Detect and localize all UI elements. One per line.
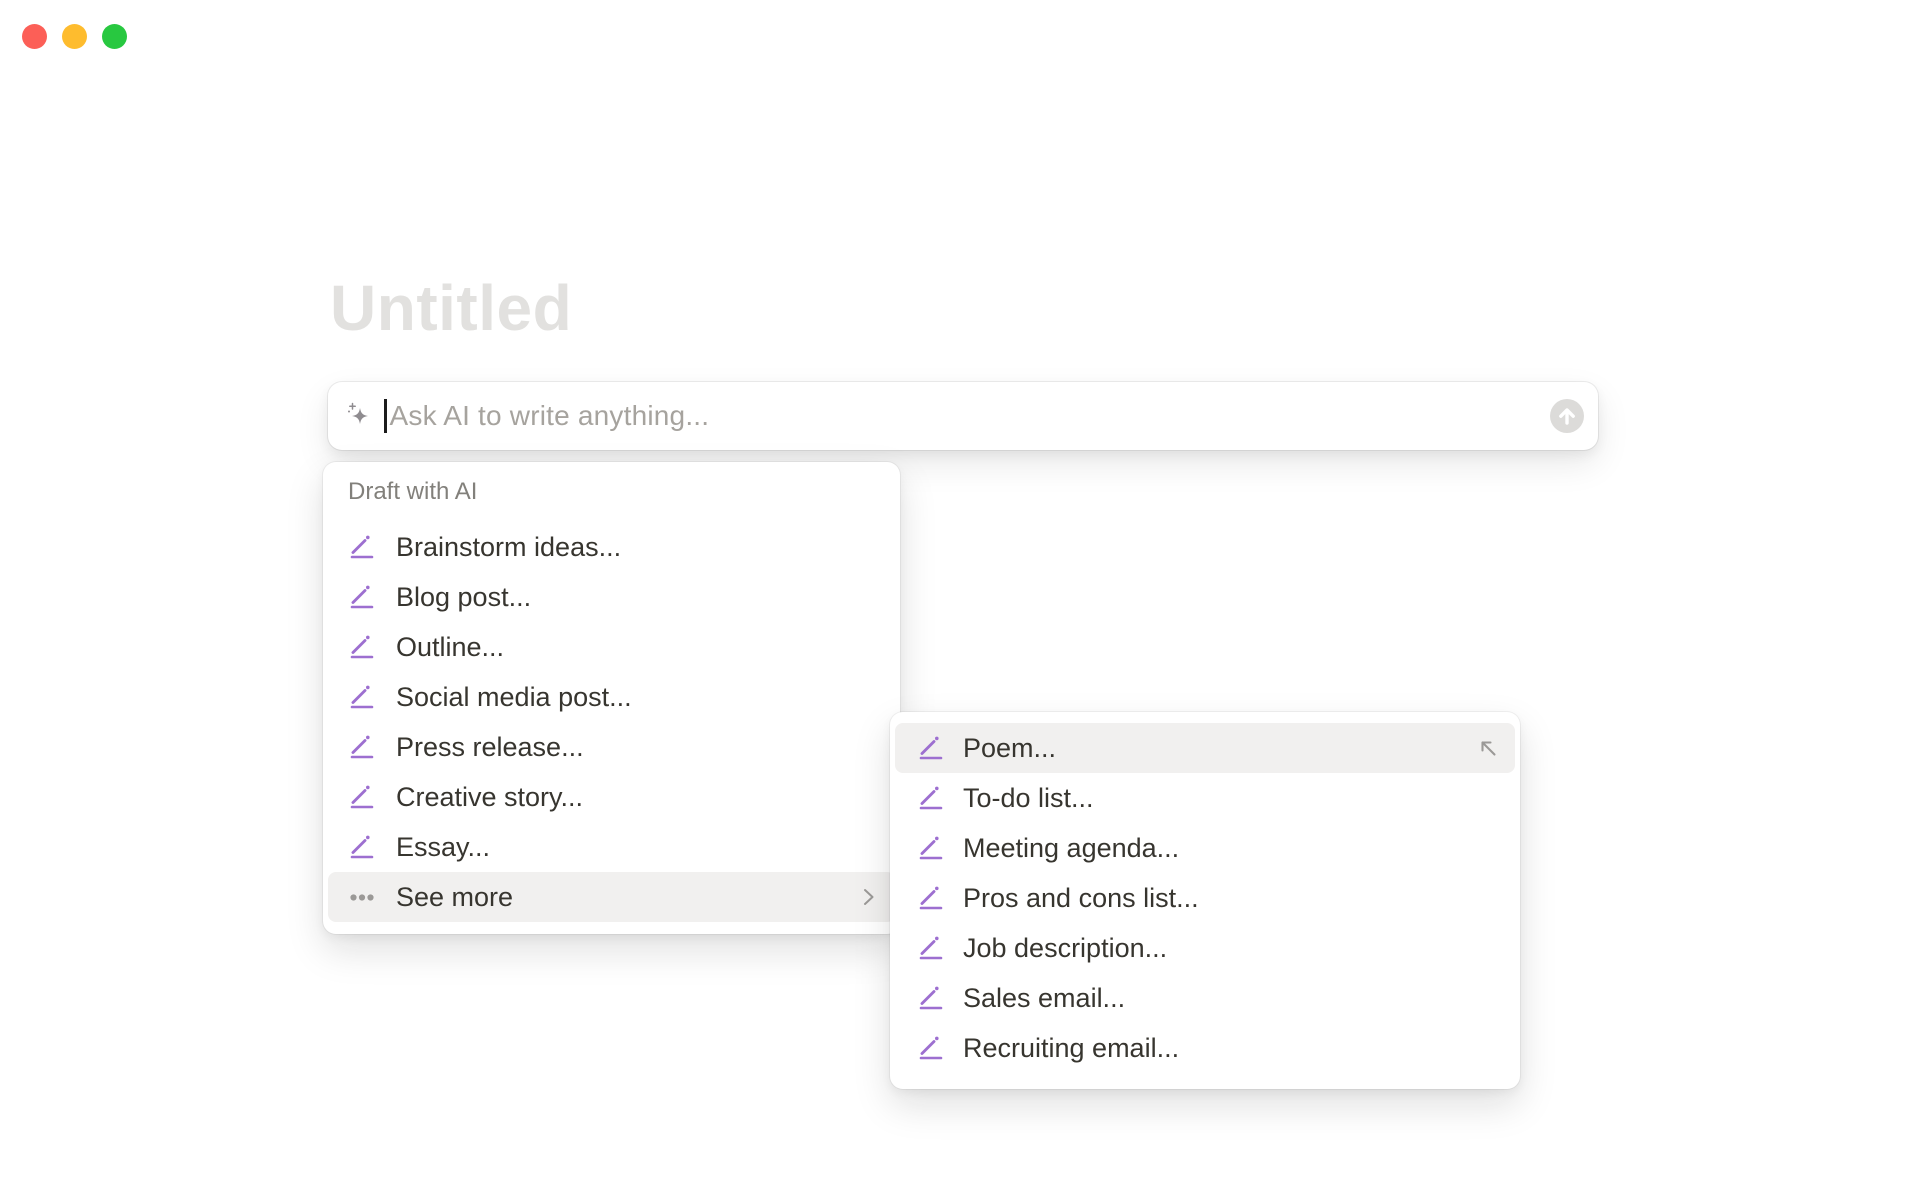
submenu-item-todo-list[interactable]: To-do list...	[895, 773, 1515, 823]
ai-prompt-input[interactable]: Ask AI to write anything...	[328, 382, 1598, 450]
menu-item-label: Outline...	[396, 631, 505, 662]
menu-item-label: Poem...	[963, 732, 1057, 763]
submenu-item-meeting-agenda[interactable]: Meeting agenda...	[895, 823, 1515, 873]
pencil-icon	[348, 683, 376, 711]
pencil-icon	[917, 734, 945, 762]
menu-item-label: Job description...	[963, 932, 1168, 963]
menu-item-label: Creative story...	[396, 781, 584, 812]
pencil-icon	[348, 833, 376, 861]
chevron-right-icon	[856, 885, 880, 909]
menu-item-label: Sales email...	[963, 982, 1126, 1013]
submenu-item-recruiting-email[interactable]: Recruiting email...	[895, 1023, 1515, 1073]
window-corner	[0, 0, 14, 14]
submenu-item-pros-and-cons-list[interactable]: Pros and cons list...	[895, 873, 1515, 923]
draft-menu: Draft with AI Brainstorm ideas... Blog p…	[323, 462, 900, 934]
pencil-icon	[917, 934, 945, 962]
arrow-up-left-icon	[1476, 736, 1500, 760]
menu-item-label: Meeting agenda...	[963, 832, 1180, 863]
pencil-icon	[917, 784, 945, 812]
menu-item-social-media-post[interactable]: Social media post...	[328, 672, 895, 722]
menu-item-label: To-do list...	[963, 782, 1094, 813]
pencil-icon	[917, 884, 945, 912]
pencil-icon	[348, 583, 376, 611]
menu-item-label: Essay...	[396, 831, 491, 862]
menu-item-label: Social media post...	[396, 681, 632, 712]
pencil-icon	[348, 633, 376, 661]
minimize-button[interactable]	[62, 24, 87, 49]
submenu-item-sales-email[interactable]: Sales email...	[895, 973, 1515, 1023]
pencil-icon	[348, 733, 376, 761]
menu-item-blog-post[interactable]: Blog post...	[328, 572, 895, 622]
see-more-submenu: Poem... To-do list... Meeting agenda... …	[890, 712, 1520, 1089]
menu-item-label: Blog post...	[396, 581, 532, 612]
text-caret	[384, 399, 387, 433]
arrow-up-icon	[1550, 399, 1584, 433]
ellipsis-icon	[348, 883, 376, 911]
draft-menu-header: Draft with AI	[348, 478, 478, 505]
pencil-icon	[917, 984, 945, 1012]
menu-item-outline[interactable]: Outline...	[328, 622, 895, 672]
pencil-icon	[917, 1034, 945, 1062]
submenu-item-job-description[interactable]: Job description...	[895, 923, 1515, 973]
submenu-item-poem[interactable]: Poem...	[895, 723, 1515, 773]
menu-item-creative-story[interactable]: Creative story...	[328, 772, 895, 822]
menu-item-label: Recruiting email...	[963, 1032, 1180, 1063]
close-button[interactable]	[22, 24, 47, 49]
menu-item-label: Press release...	[396, 731, 584, 762]
pencil-icon	[917, 834, 945, 862]
menu-item-label: Brainstorm ideas...	[396, 531, 622, 562]
ai-sparkle-icon	[344, 400, 376, 432]
menu-item-see-more[interactable]: See more	[328, 872, 895, 922]
menu-item-brainstorm-ideas[interactable]: Brainstorm ideas...	[328, 522, 895, 572]
window-controls	[22, 24, 127, 49]
pencil-icon	[348, 783, 376, 811]
menu-item-label: Pros and cons list...	[963, 882, 1199, 913]
pencil-icon	[348, 533, 376, 561]
menu-item-label: See more	[396, 881, 514, 912]
submit-button[interactable]	[1550, 399, 1584, 433]
menu-item-press-release[interactable]: Press release...	[328, 722, 895, 772]
menu-item-essay[interactable]: Essay...	[328, 822, 895, 872]
ai-prompt-placeholder: Ask AI to write anything...	[389, 400, 710, 431]
zoom-button[interactable]	[102, 24, 127, 49]
page-title-placeholder[interactable]: Untitled	[330, 276, 572, 340]
